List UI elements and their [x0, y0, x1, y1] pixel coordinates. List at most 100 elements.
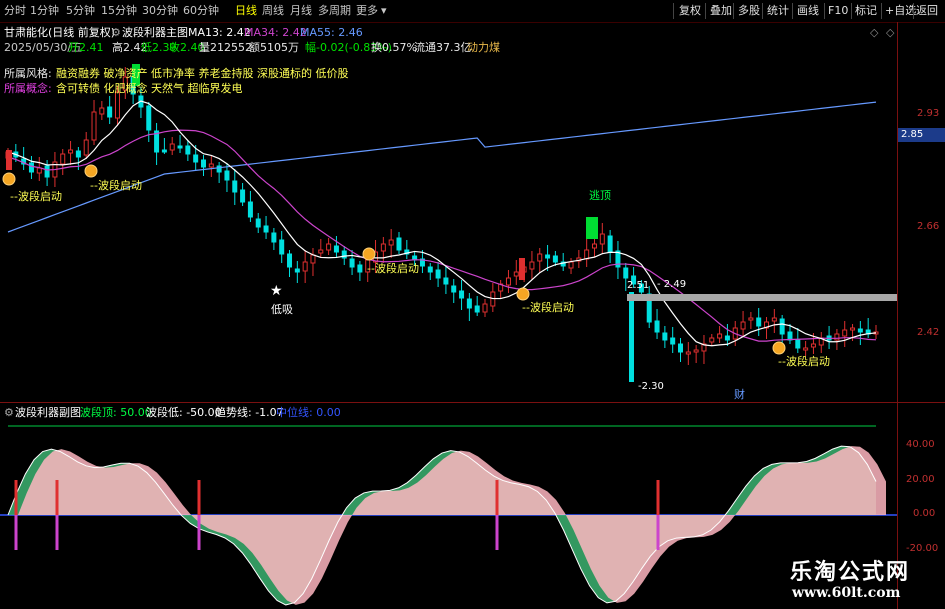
period-tab-30min[interactable]: 30分钟 — [142, 3, 178, 19]
candle-body — [83, 139, 89, 156]
wave-start-icon — [772, 341, 786, 355]
ma13-value: MA13: 2.42 — [188, 26, 251, 39]
sub-indicator-name[interactable]: 波段利器副图 — [15, 406, 81, 419]
period-tab-monthly[interactable]: 月线 — [290, 3, 312, 19]
sub-signal-bar — [656, 515, 660, 550]
sub-signal-bar — [197, 480, 201, 515]
candle-body — [232, 180, 238, 193]
price-tick-242: 2.42 — [917, 327, 940, 338]
settings-icon[interactable]: ⚙ — [111, 26, 121, 39]
period-toolbar: 分时 1分钟 5分钟 15分钟 30分钟 60分钟 日线 周线 月线 多周期 更… — [0, 0, 945, 23]
finance-marker[interactable]: 财 — [734, 388, 745, 401]
candle-body — [247, 201, 253, 218]
candle-body — [287, 253, 293, 268]
quote-amount: 额5105万 — [249, 41, 299, 54]
style-value: 融资融券 破净资产 低市净率 养老金持股 深股通标的 低价股 — [56, 67, 349, 80]
overlay-button[interactable]: 叠加 — [710, 2, 732, 20]
back-button[interactable]: 返回 — [916, 2, 938, 20]
candle-body — [748, 317, 754, 321]
toolbar-divider — [705, 3, 706, 19]
candle-body — [396, 237, 402, 251]
sub-signal-bar — [656, 480, 660, 515]
collapse-icon[interactable]: ◇ — [886, 26, 894, 39]
sub-chart-panel[interactable]: ⚙ 波段利器副图 波段顶: 50.00 波段低: -50.00 趋势线: -1.… — [0, 402, 945, 609]
candle-body — [803, 347, 809, 351]
candle-body — [850, 327, 856, 331]
candle-body — [787, 331, 793, 341]
candle-body — [388, 239, 394, 246]
quote-turnover: 换0.57% — [371, 41, 417, 54]
period-tab-15min[interactable]: 15分钟 — [101, 3, 137, 19]
period-tab-weekly[interactable]: 周线 — [262, 3, 284, 19]
candle-body — [326, 243, 332, 251]
concept-tag[interactable]: 动力煤 — [467, 41, 500, 54]
candle-body — [842, 329, 848, 337]
watermark-name: 乐淘公式网 — [790, 560, 911, 585]
candle-body — [68, 149, 74, 154]
candle-body — [505, 277, 511, 286]
price-tick-293: 2.93 — [917, 108, 940, 119]
stock-title: 甘肃能化(日线 前复权) — [4, 26, 116, 39]
add-watchlist-button[interactable]: +自选 — [885, 2, 916, 20]
sub-signal-bar — [495, 515, 499, 550]
candle-body — [60, 153, 66, 165]
price-tick-266: 2.66 — [917, 221, 940, 232]
period-tab-daily[interactable]: 日线 — [235, 3, 257, 19]
mark-button[interactable]: 标记 — [855, 2, 877, 20]
wave-start-label: --波段启动 — [778, 355, 830, 368]
mid-line-value: 中位线: 0.00 — [276, 406, 341, 419]
candle-body — [629, 292, 634, 382]
settings-icon[interactable]: ⚙ — [4, 406, 14, 419]
ma34-value: MA34: 2.42 — [244, 26, 307, 39]
toolbar-divider — [913, 3, 914, 19]
trend-line-value: 趋势线: -1.07 — [215, 406, 284, 419]
sub-tick-neg20: -20.00 — [906, 543, 939, 554]
diamond-icon[interactable]: ◇ — [870, 26, 878, 39]
candle-body — [685, 351, 691, 355]
candle-body — [294, 268, 300, 273]
candle-body — [810, 343, 816, 348]
main-chart-panel[interactable]: ★ 甘肃能化(日线 前复权) ⚙ 波段利器主图 MA13: 2.42 MA34:… — [0, 22, 945, 402]
candle-body — [161, 149, 167, 153]
f10-button[interactable]: F10 — [828, 2, 848, 20]
period-tab-more[interactable]: 更多 — [356, 3, 378, 19]
level-230-label: -2.30 — [638, 381, 664, 392]
ma13-line — [7, 100, 877, 347]
level-249-label: - 2.49 — [657, 279, 687, 290]
candle-body — [443, 277, 449, 285]
candle-body — [513, 271, 519, 277]
statistics-button[interactable]: 统计 — [767, 2, 789, 20]
period-tab-60min[interactable]: 60分钟 — [183, 3, 219, 19]
multi-stock-button[interactable]: 多股 — [738, 2, 760, 20]
trend-fill-area — [18, 446, 886, 605]
period-tab-1min[interactable]: 1分钟 — [30, 3, 59, 19]
wave-start-icon — [362, 247, 376, 261]
candle-body — [552, 255, 558, 263]
candle-body — [427, 266, 433, 273]
more-caret-icon[interactable]: ▾ — [381, 3, 387, 19]
candle-body — [177, 145, 183, 149]
candle-body — [44, 165, 50, 178]
candle-body — [349, 258, 355, 268]
candle-body — [255, 218, 261, 228]
candle-body — [474, 305, 480, 313]
period-tab-fenshi[interactable]: 分时 — [4, 3, 26, 19]
main-indicator-name[interactable]: 波段利器主图 — [122, 26, 188, 39]
period-tab-multi[interactable]: 多周期 — [318, 3, 351, 19]
candle-body — [146, 105, 152, 131]
candle-body — [623, 267, 629, 279]
candle-body — [193, 154, 199, 163]
candle-body — [724, 335, 730, 341]
candle-body — [599, 233, 605, 245]
style-label: 所属风格: — [4, 67, 52, 80]
period-tab-5min[interactable]: 5分钟 — [66, 3, 95, 19]
escape-top-block — [586, 217, 598, 239]
fuquan-button[interactable]: 复权 — [679, 2, 701, 20]
wave-top-value: 波段顶: 50.00 — [80, 406, 152, 419]
toolbar-divider — [762, 3, 763, 19]
ma34-line — [7, 129, 877, 342]
draw-line-button[interactable]: 画线 — [797, 2, 819, 20]
candle-body — [529, 261, 535, 270]
toolbar-divider — [673, 3, 674, 19]
sell-signal-block — [6, 150, 12, 170]
